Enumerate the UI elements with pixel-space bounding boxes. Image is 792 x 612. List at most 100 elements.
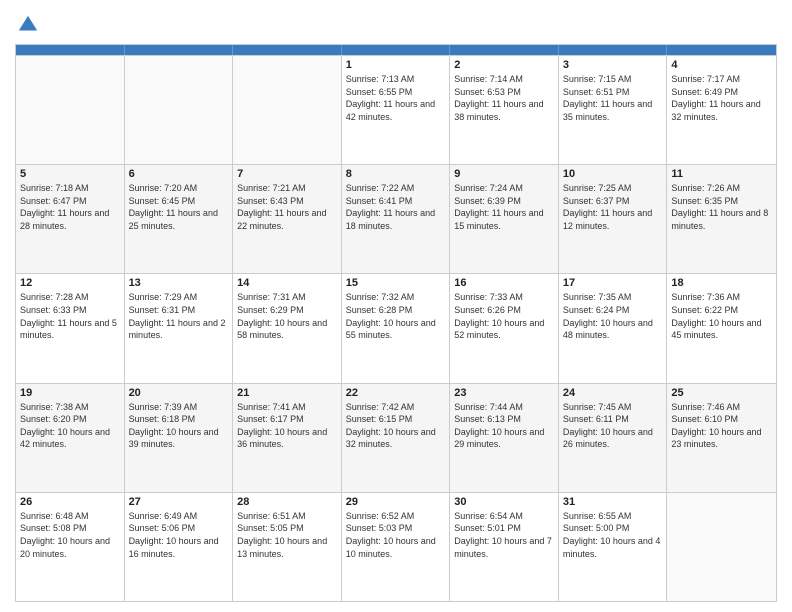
cal-cell-r3-c5: 24 Sunrise: 7:45 AM Sunset: 6:11 PM Dayli… [559,384,668,492]
day-number-r0-c5: 3 [563,59,663,71]
day-number-r3-c4: 23 [454,387,554,399]
cal-cell-r3-c3: 22 Sunrise: 7:42 AM Sunset: 6:15 PM Dayli… [342,384,451,492]
cal-cell-r4-c4: 30 Sunrise: 6:54 AM Sunset: 5:01 PM Dayli… [450,493,559,601]
day-info-r4-c1: Sunrise: 6:49 AM Sunset: 5:06 PM Dayligh… [129,510,229,560]
cal-cell-r4-c0: 26 Sunrise: 6:48 AM Sunset: 5:08 PM Dayli… [16,493,125,601]
day-number-r3-c1: 20 [129,387,229,399]
cal-cell-r3-c1: 20 Sunrise: 7:39 AM Sunset: 6:18 PM Dayli… [125,384,234,492]
day-number-r2-c6: 18 [671,277,772,289]
cal-cell-r4-c3: 29Sunrise: 6:52 AM Sunset: 5:03 PM Dayli… [342,493,451,601]
day-info-r1-c2: Sunrise: 7:21 AM Sunset: 6:43 PM Dayligh… [237,182,337,232]
day-number-r4-c2: 28 [237,496,337,508]
day-number-r2-c4: 16 [454,277,554,289]
day-info-r3-c1: Sunrise: 7:39 AM Sunset: 6:18 PM Dayligh… [129,401,229,451]
cal-cell-r0-c0 [16,56,125,164]
day-info-r1-c4: Sunrise: 7:24 AM Sunset: 6:39 PM Dayligh… [454,182,554,232]
day-info-r1-c5: Sunrise: 7:25 AM Sunset: 6:37 PM Dayligh… [563,182,663,232]
cal-row-4: 26 Sunrise: 6:48 AM Sunset: 5:08 PM Dayli… [16,492,776,601]
day-info-r1-c1: Sunrise: 7:20 AM Sunset: 6:45 PM Dayligh… [129,182,229,232]
cal-cell-r3-c2: 21 Sunrise: 7:41 AM Sunset: 6:17 PM Dayli… [233,384,342,492]
cal-cell-r4-c1: 27 Sunrise: 6:49 AM Sunset: 5:06 PM Dayli… [125,493,234,601]
day-number-r3-c2: 21 [237,387,337,399]
day-number-r4-c0: 26 [20,496,120,508]
cal-row-3: 19 Sunrise: 7:38 AM Sunset: 6:20 PM Dayli… [16,383,776,492]
calendar-header-row [16,45,776,55]
cal-cell-r2-c1: 13 Sunrise: 7:29 AM Sunset: 6:31 PM Dayli… [125,274,234,382]
cal-cell-r1-c2: 7 Sunrise: 7:21 AM Sunset: 6:43 PM Daylig… [233,165,342,273]
day-info-r0-c3: Sunrise: 7:13 AM Sunset: 6:55 PM Dayligh… [346,73,446,123]
day-info-r2-c2: Sunrise: 7:31 AM Sunset: 6:29 PM Dayligh… [237,291,337,341]
cal-cell-r0-c5: 3 Sunrise: 7:15 AM Sunset: 6:51 PM Daylig… [559,56,668,164]
cal-cell-r4-c5: 31 Sunrise: 6:55 AM Sunset: 5:00 PM Dayli… [559,493,668,601]
cal-cell-r1-c5: 10 Sunrise: 7:25 AM Sunset: 6:37 PM Dayli… [559,165,668,273]
day-info-r1-c3: Sunrise: 7:22 AM Sunset: 6:41 PM Dayligh… [346,182,446,232]
day-number-r1-c6: 11 [671,168,772,180]
calendar: 1Sunrise: 7:13 AM Sunset: 6:55 PM Daylig… [15,44,777,602]
cal-cell-r0-c4: 2Sunrise: 7:14 AM Sunset: 6:53 PM Daylig… [450,56,559,164]
day-number-r3-c0: 19 [20,387,120,399]
day-number-r2-c1: 13 [129,277,229,289]
day-info-r3-c3: Sunrise: 7:42 AM Sunset: 6:15 PM Dayligh… [346,401,446,451]
day-number-r4-c5: 31 [563,496,663,508]
cal-cell-r3-c4: 23Sunrise: 7:44 AM Sunset: 6:13 PM Dayli… [450,384,559,492]
day-number-r2-c3: 15 [346,277,446,289]
day-number-r1-c3: 8 [346,168,446,180]
day-info-r0-c4: Sunrise: 7:14 AM Sunset: 6:53 PM Dayligh… [454,73,554,123]
logo-icon [17,14,39,36]
cal-cell-r0-c6: 4Sunrise: 7:17 AM Sunset: 6:49 PM Daylig… [667,56,776,164]
cal-cell-r2-c5: 17Sunrise: 7:35 AM Sunset: 6:24 PM Dayli… [559,274,668,382]
day-number-r4-c1: 27 [129,496,229,508]
cal-cell-r2-c6: 18 Sunrise: 7:36 AM Sunset: 6:22 PM Dayli… [667,274,776,382]
day-number-r4-c4: 30 [454,496,554,508]
cal-cell-r0-c3: 1Sunrise: 7:13 AM Sunset: 6:55 PM Daylig… [342,56,451,164]
cal-cell-r1-c6: 11 Sunrise: 7:26 AM Sunset: 6:35 PM Dayli… [667,165,776,273]
day-number-r3-c6: 25 [671,387,772,399]
day-info-r3-c0: Sunrise: 7:38 AM Sunset: 6:20 PM Dayligh… [20,401,120,451]
page: 1Sunrise: 7:13 AM Sunset: 6:55 PM Daylig… [0,0,792,612]
header-thursday [450,45,559,55]
day-number-r1-c5: 10 [563,168,663,180]
cal-row-1: 5 Sunrise: 7:18 AM Sunset: 6:47 PM Daylig… [16,164,776,273]
cal-row-2: 12 Sunrise: 7:28 AM Sunset: 6:33 PM Dayli… [16,273,776,382]
day-info-r2-c1: Sunrise: 7:29 AM Sunset: 6:31 PM Dayligh… [129,291,229,341]
day-info-r3-c5: Sunrise: 7:45 AM Sunset: 6:11 PM Dayligh… [563,401,663,451]
day-number-r1-c4: 9 [454,168,554,180]
day-info-r0-c5: Sunrise: 7:15 AM Sunset: 6:51 PM Dayligh… [563,73,663,123]
day-number-r2-c0: 12 [20,277,120,289]
day-info-r1-c0: Sunrise: 7:18 AM Sunset: 6:47 PM Dayligh… [20,182,120,232]
day-number-r2-c2: 14 [237,277,337,289]
calendar-body: 1Sunrise: 7:13 AM Sunset: 6:55 PM Daylig… [16,55,776,601]
day-info-r3-c6: Sunrise: 7:46 AM Sunset: 6:10 PM Dayligh… [671,401,772,451]
header-monday [125,45,234,55]
day-info-r1-c6: Sunrise: 7:26 AM Sunset: 6:35 PM Dayligh… [671,182,772,232]
header-sunday [16,45,125,55]
cal-cell-r0-c1 [125,56,234,164]
day-number-r3-c5: 24 [563,387,663,399]
logo [15,14,39,36]
cal-cell-r3-c6: 25 Sunrise: 7:46 AM Sunset: 6:10 PM Dayli… [667,384,776,492]
cal-cell-r1-c1: 6 Sunrise: 7:20 AM Sunset: 6:45 PM Daylig… [125,165,234,273]
day-number-r3-c3: 22 [346,387,446,399]
cal-cell-r2-c0: 12 Sunrise: 7:28 AM Sunset: 6:33 PM Dayli… [16,274,125,382]
day-info-r4-c3: Sunrise: 6:52 AM Sunset: 5:03 PM Dayligh… [346,510,446,560]
cal-cell-r1-c4: 9 Sunrise: 7:24 AM Sunset: 6:39 PM Daylig… [450,165,559,273]
header-friday [559,45,668,55]
day-number-r1-c2: 7 [237,168,337,180]
day-info-r2-c6: Sunrise: 7:36 AM Sunset: 6:22 PM Dayligh… [671,291,772,341]
day-number-r0-c6: 4 [671,59,772,71]
cal-cell-r2-c2: 14 Sunrise: 7:31 AM Sunset: 6:29 PM Dayli… [233,274,342,382]
day-number-r2-c5: 17 [563,277,663,289]
day-info-r4-c2: Sunrise: 6:51 AM Sunset: 5:05 PM Dayligh… [237,510,337,560]
cal-cell-r1-c3: 8 Sunrise: 7:22 AM Sunset: 6:41 PM Daylig… [342,165,451,273]
day-number-r1-c1: 6 [129,168,229,180]
cal-cell-r1-c0: 5 Sunrise: 7:18 AM Sunset: 6:47 PM Daylig… [16,165,125,273]
day-info-r2-c0: Sunrise: 7:28 AM Sunset: 6:33 PM Dayligh… [20,291,120,341]
day-info-r4-c0: Sunrise: 6:48 AM Sunset: 5:08 PM Dayligh… [20,510,120,560]
cal-cell-r2-c4: 16Sunrise: 7:33 AM Sunset: 6:26 PM Dayli… [450,274,559,382]
cal-cell-r2-c3: 15Sunrise: 7:32 AM Sunset: 6:28 PM Dayli… [342,274,451,382]
day-info-r4-c4: Sunrise: 6:54 AM Sunset: 5:01 PM Dayligh… [454,510,554,560]
day-info-r4-c5: Sunrise: 6:55 AM Sunset: 5:00 PM Dayligh… [563,510,663,560]
cal-cell-r0-c2 [233,56,342,164]
day-info-r3-c2: Sunrise: 7:41 AM Sunset: 6:17 PM Dayligh… [237,401,337,451]
day-number-r1-c0: 5 [20,168,120,180]
